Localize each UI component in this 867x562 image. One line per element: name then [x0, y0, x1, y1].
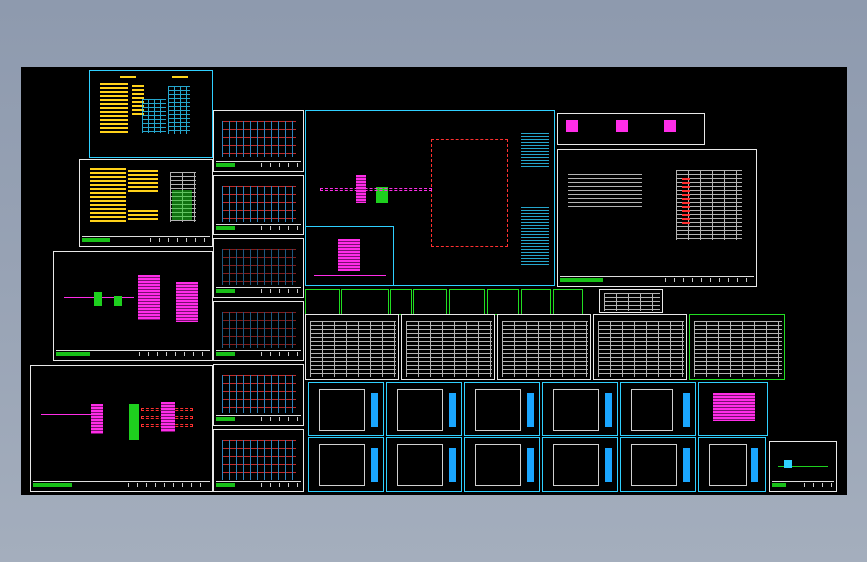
design-notes-sheet[interactable]: [557, 149, 757, 287]
system-legend-sheet-2[interactable]: [79, 159, 213, 247]
floor-plan-4[interactable]: [213, 301, 304, 361]
unit-plan-8[interactable]: [464, 437, 540, 492]
equipment-detail-4[interactable]: [413, 289, 447, 315]
cad-drawing-canvas[interactable]: [21, 67, 847, 495]
unit-plan-7[interactable]: [386, 437, 462, 492]
schedule-table-5[interactable]: [689, 314, 785, 380]
distribution-diagram-1[interactable]: [53, 251, 213, 361]
equipment-detail-3[interactable]: [390, 289, 412, 315]
equipment-detail-7[interactable]: [521, 289, 551, 315]
schedule-table-2[interactable]: [401, 314, 495, 380]
floor-plan-5[interactable]: [213, 364, 304, 426]
riser-detail[interactable]: [305, 226, 394, 286]
small-detail-sheet[interactable]: [769, 441, 837, 492]
equipment-detail-5[interactable]: [449, 289, 485, 315]
detail-symbols[interactable]: [557, 113, 705, 145]
floor-plan-6[interactable]: [213, 429, 304, 492]
equipment-detail-8[interactable]: [553, 289, 583, 315]
unit-plan-10[interactable]: [620, 437, 696, 492]
schedule-table-1[interactable]: [305, 314, 399, 380]
equipment-detail-2[interactable]: [341, 289, 389, 315]
unit-plan-2[interactable]: [386, 382, 462, 436]
equipment-detail-6[interactable]: [487, 289, 519, 315]
floor-plan-2[interactable]: [213, 175, 304, 235]
unit-plan-9[interactable]: [542, 437, 618, 492]
unit-plan-5[interactable]: [620, 382, 696, 436]
unit-plan-3[interactable]: [464, 382, 540, 436]
floor-plan-3[interactable]: [213, 238, 304, 298]
floor-plan-1[interactable]: [213, 110, 304, 172]
unit-plan-6[interactable]: [308, 437, 384, 492]
unit-plan-11[interactable]: [698, 437, 766, 492]
schedule-table-3[interactable]: [497, 314, 591, 380]
schedule-table-4[interactable]: [593, 314, 687, 380]
distribution-diagram-2[interactable]: [30, 365, 213, 492]
unit-plan-riser[interactable]: [698, 382, 768, 436]
system-legend-sheet-1[interactable]: [89, 70, 213, 158]
unit-plan-4[interactable]: [542, 382, 618, 436]
equipment-detail-9[interactable]: [599, 289, 663, 313]
equipment-detail-1[interactable]: [305, 289, 340, 315]
unit-plan-1[interactable]: [308, 382, 384, 436]
